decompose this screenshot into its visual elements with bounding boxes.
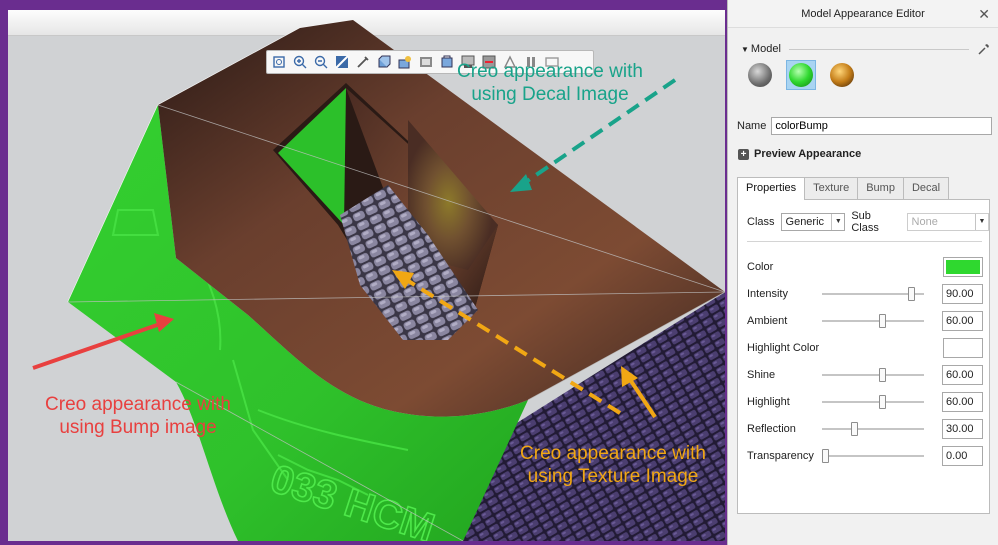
view-manager-icon[interactable] — [417, 53, 435, 71]
zoom-out-icon[interactable] — [312, 53, 330, 71]
transparency-value[interactable]: 0.00 — [942, 446, 983, 466]
texture-callout: Creo appearance with using Texture Image — [520, 443, 706, 487]
reflection-label: Reflection — [747, 423, 796, 435]
subclass-select[interactable]: None ▼ — [906, 213, 989, 231]
intensity-row: Intensity 90.00 — [747, 284, 983, 304]
name-label: Name — [737, 120, 767, 132]
graphics-viewport[interactable]: 033 HCM Creo appearance with using Decal… — [8, 10, 725, 541]
transparency-label: Transparency — [747, 450, 814, 462]
shine-label: Shine — [747, 369, 776, 381]
intensity-slider[interactable] — [822, 287, 924, 301]
shine-value[interactable]: 60.00 — [942, 365, 983, 385]
bump-callout: Creo appearance with using Bump image — [45, 394, 231, 438]
bump-appearance-swatch[interactable] — [745, 60, 775, 90]
shine-slider[interactable] — [822, 368, 924, 382]
transparency-slider[interactable] — [822, 449, 924, 463]
colorbump-appearance-swatch[interactable] — [786, 60, 816, 90]
refit-icon[interactable] — [270, 53, 288, 71]
highlight-color-picker[interactable] — [943, 338, 983, 358]
ambient-slider[interactable] — [822, 314, 924, 328]
tab-bump[interactable]: Bump — [857, 177, 904, 199]
highlight-color-row: Highlight Color — [747, 338, 983, 358]
decal-appearance-swatch[interactable] — [827, 60, 857, 90]
slider-thumb[interactable] — [850, 422, 858, 436]
ambient-row: Ambient 60.00 — [747, 311, 983, 331]
model-appearance-editor: Model Appearance Editor ✕ ▼ Model Name c… — [727, 0, 998, 545]
intensity-label: Intensity — [747, 288, 788, 300]
expand-plus-icon[interactable]: + — [738, 148, 749, 160]
sketch-icon[interactable] — [354, 53, 372, 71]
slider-thumb[interactable] — [822, 449, 829, 463]
highlight-value[interactable]: 60.00 — [942, 392, 983, 412]
reflection-slider[interactable] — [822, 422, 924, 436]
color-row: Color — [747, 257, 983, 277]
highlight-color-label: Highlight Color — [747, 342, 820, 354]
transparency-row: Transparency 0.00 — [747, 446, 983, 466]
tab-decal[interactable]: Decal — [902, 177, 950, 199]
name-row: Name — [737, 117, 993, 135]
preview-appearance-toggle[interactable]: + Preview Appearance — [738, 148, 861, 160]
close-icon[interactable]: ✕ — [978, 0, 990, 28]
slider-thumb[interactable] — [879, 368, 886, 382]
appearance-tabs: Properties Texture Bump Decal — [737, 177, 950, 200]
slider-thumb[interactable] — [879, 314, 886, 328]
model-section-header[interactable]: ▼ Model — [741, 42, 991, 56]
class-label: Class — [747, 216, 775, 228]
panel-titlebar: Model Appearance Editor ✕ — [728, 0, 998, 28]
collapse-caret-icon[interactable]: ▼ — [741, 45, 749, 54]
reflection-value[interactable]: 30.00 — [942, 419, 983, 439]
class-row: Class Generic ▼ Sub Class None ▼ — [747, 210, 989, 234]
subclass-label: Sub Class — [851, 210, 879, 234]
panel-title: Model Appearance Editor — [801, 8, 925, 20]
highlight-row: Highlight 60.00 — [747, 392, 983, 412]
highlight-slider[interactable] — [822, 395, 924, 409]
name-input[interactable] — [771, 117, 993, 135]
shine-row: Shine 60.00 — [747, 365, 983, 385]
intensity-value[interactable]: 90.00 — [942, 284, 983, 304]
slider-thumb[interactable] — [907, 287, 915, 301]
preview-appearance-label: Preview Appearance — [754, 148, 862, 160]
ambient-label: Ambient — [747, 315, 788, 327]
slider-thumb[interactable] — [879, 395, 886, 409]
decal-callout: Creo appearance with using Decal Image — [457, 61, 643, 105]
color-picker[interactable] — [943, 257, 983, 277]
repaint-icon[interactable] — [333, 53, 351, 71]
model-section-label: Model — [750, 43, 781, 55]
application-window: 033 HCM Creo appearance with using Decal… — [0, 0, 998, 545]
chevron-down-icon: ▼ — [975, 214, 988, 230]
tab-texture[interactable]: Texture — [804, 177, 859, 199]
reflection-row: Reflection 30.00 — [747, 419, 983, 439]
color-label: Color — [747, 261, 774, 273]
divider — [747, 241, 982, 242]
eyedropper-icon[interactable] — [977, 42, 991, 56]
tab-properties[interactable]: Properties — [737, 177, 806, 200]
chevron-down-icon[interactable]: ▼ — [831, 214, 844, 230]
properties-tab-content: Class Generic ▼ Sub Class None ▼ Color I… — [737, 199, 990, 514]
zoom-in-icon[interactable] — [291, 53, 309, 71]
class-select[interactable]: Generic ▼ — [780, 213, 846, 231]
ambient-value[interactable]: 60.00 — [942, 311, 983, 331]
saved-views-icon[interactable] — [396, 53, 414, 71]
highlight-label: Highlight — [747, 396, 790, 408]
appearance-palette — [745, 60, 857, 90]
display-style-icon[interactable] — [375, 53, 393, 71]
